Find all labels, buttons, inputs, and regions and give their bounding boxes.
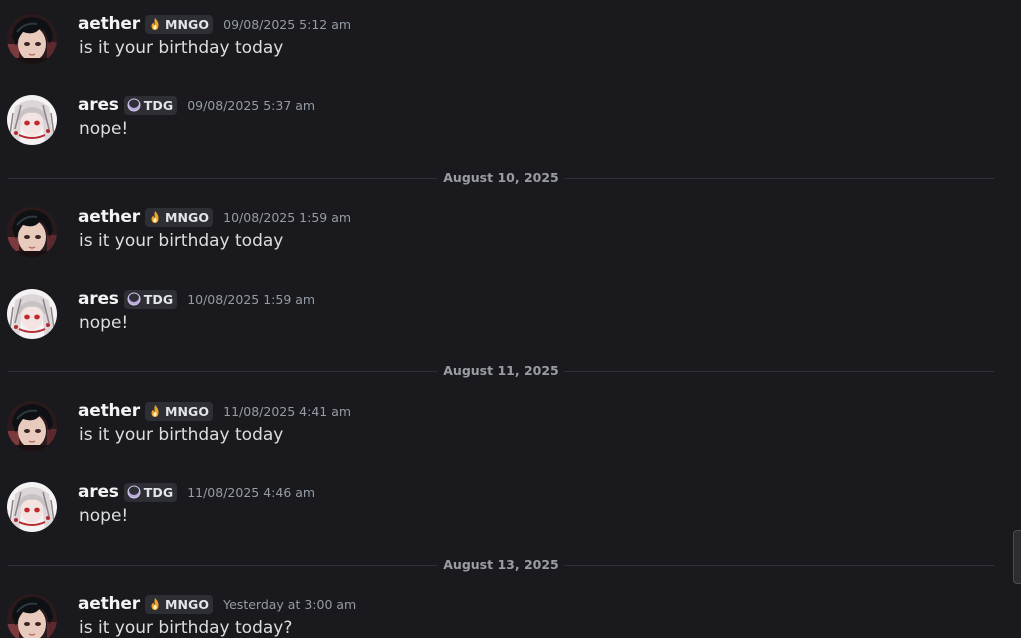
username[interactable]: ares — [78, 289, 119, 309]
date-divider: August 13, 2025 — [8, 558, 994, 572]
date-divider-label: August 10, 2025 — [437, 171, 565, 185]
flame-icon — [148, 404, 162, 418]
message-content: is it your birthday today — [79, 38, 284, 58]
username[interactable]: aether — [78, 401, 140, 421]
message-item: ares TDG 10/08/2025 1:59 am nope! — [0, 287, 1010, 357]
message-timestamp: 09/08/2025 5:12 am — [223, 16, 352, 32]
guild-tag[interactable]: MNGO — [144, 207, 214, 227]
date-divider-label: August 13, 2025 — [437, 558, 565, 572]
message-timestamp: 10/08/2025 1:59 am — [223, 209, 352, 225]
avatar[interactable] — [7, 482, 57, 532]
guild-tag-label: MNGO — [164, 596, 210, 612]
message-timestamp: 11/08/2025 4:46 am — [187, 484, 316, 500]
date-divider-label: August 11, 2025 — [437, 364, 565, 378]
flame-icon — [148, 17, 162, 31]
message-header: ares TDG 11/08/2025 4:46 am — [78, 480, 315, 504]
message-timestamp: 11/08/2025 4:41 am — [223, 403, 352, 419]
message-item: ares TDG 09/08/2025 5:37 am nope! — [0, 93, 1010, 163]
username[interactable]: aether — [78, 14, 140, 34]
guild-tag-label: MNGO — [164, 403, 210, 419]
message-content: is it your birthday today — [79, 231, 284, 251]
guild-tag-label: TDG — [143, 97, 174, 113]
guild-tag[interactable]: TDG — [123, 482, 178, 502]
message-item: ares TDG 11/08/2025 4:46 am nope! — [0, 480, 1010, 550]
guild-tag[interactable]: TDG — [123, 289, 178, 309]
scrollbar-thumb[interactable] — [1013, 530, 1021, 584]
message-header: aether MNGO 09/08/2025 5:12 am — [78, 12, 351, 36]
message-timestamp: 10/08/2025 1:59 am — [187, 291, 316, 307]
message-timestamp: Yesterday at 3:00 am — [223, 596, 357, 612]
date-divider: August 10, 2025 — [8, 171, 994, 185]
crescent-moon-icon — [127, 292, 141, 306]
chat-messages: aether MNGO 09/08/2025 5:12 am is it you… — [0, 0, 1021, 638]
message-content: nope! — [79, 313, 129, 333]
crescent-moon-icon — [127, 98, 141, 112]
guild-tag[interactable]: MNGO — [144, 401, 214, 421]
message-content: nope! — [79, 119, 129, 139]
message-content: nope! — [79, 506, 129, 526]
message-header: aether MNGO Yesterday at 3:00 am — [78, 592, 356, 616]
message-item: aether MNGO 10/08/2025 1:59 am is it you… — [0, 205, 1010, 275]
flame-icon — [148, 597, 162, 611]
guild-tag[interactable]: TDG — [123, 95, 178, 115]
scrollbar[interactable] — [1013, 0, 1021, 638]
username[interactable]: aether — [78, 207, 140, 227]
avatar[interactable] — [7, 401, 57, 451]
guild-tag-label: TDG — [143, 291, 174, 307]
avatar[interactable] — [7, 594, 57, 638]
avatar[interactable] — [7, 289, 57, 339]
username[interactable]: ares — [78, 95, 119, 115]
username[interactable]: aether — [78, 594, 140, 614]
username[interactable]: ares — [78, 482, 119, 502]
message-content: is it your birthday today? — [79, 618, 293, 638]
guild-tag-label: MNGO — [164, 209, 210, 225]
guild-tag[interactable]: MNGO — [144, 14, 214, 34]
avatar[interactable] — [7, 207, 57, 257]
message-content: is it your birthday today — [79, 425, 284, 445]
guild-tag-label: TDG — [143, 484, 174, 500]
avatar[interactable] — [7, 14, 57, 64]
message-item: aether MNGO 11/08/2025 4:41 am is it you… — [0, 399, 1010, 469]
message-header: ares TDG 10/08/2025 1:59 am — [78, 287, 315, 311]
guild-tag[interactable]: MNGO — [144, 594, 214, 614]
message-item: aether MNGO 09/08/2025 5:12 am is it you… — [0, 12, 1010, 82]
avatar[interactable] — [7, 95, 57, 145]
crescent-moon-icon — [127, 485, 141, 499]
flame-icon — [148, 210, 162, 224]
guild-tag-label: MNGO — [164, 16, 210, 32]
date-divider: August 11, 2025 — [8, 364, 994, 378]
message-timestamp: 09/08/2025 5:37 am — [187, 97, 316, 113]
message-header: aether MNGO 11/08/2025 4:41 am — [78, 399, 351, 423]
message-header: ares TDG 09/08/2025 5:37 am — [78, 93, 315, 117]
message-item: aether MNGO Yesterday at 3:00 am is it y… — [0, 592, 1010, 638]
message-header: aether MNGO 10/08/2025 1:59 am — [78, 205, 351, 229]
